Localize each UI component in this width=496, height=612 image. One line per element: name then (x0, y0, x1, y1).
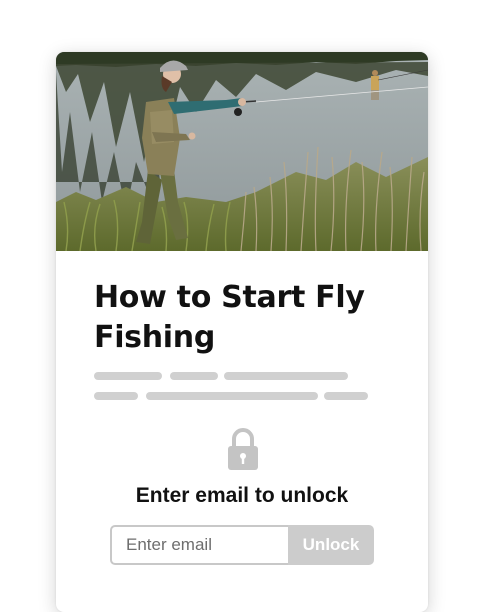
lock-icon (228, 428, 258, 470)
skeleton-line (324, 392, 368, 400)
unlock-form: Unlock (110, 525, 374, 565)
article-card: How to Start Fly Fishing Enter email to … (56, 52, 428, 612)
skeleton-line (224, 372, 348, 380)
article-title: How to Start Fly Fishing (94, 280, 365, 355)
skeleton-line (146, 392, 318, 400)
unlock-button[interactable]: Unlock (288, 525, 374, 565)
skeleton-line (170, 372, 218, 380)
hero-image (56, 52, 428, 251)
email-field[interactable] (110, 525, 288, 565)
skeleton-line (94, 392, 138, 400)
skeleton-line (94, 372, 162, 380)
unlock-heading: Enter email to unlock (135, 484, 349, 507)
fly-fishing-photo (56, 52, 428, 251)
